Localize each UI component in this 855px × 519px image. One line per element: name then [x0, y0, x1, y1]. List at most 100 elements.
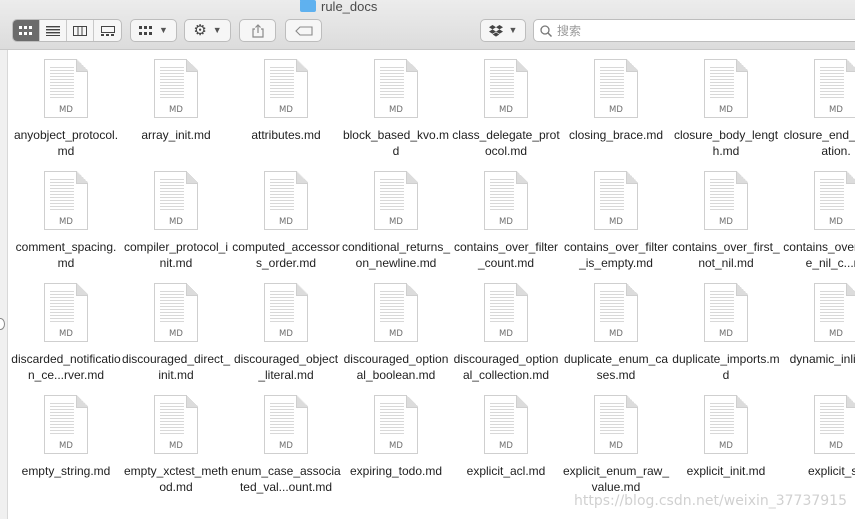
- file-name: enum_case_associated_val...ount.md: [231, 464, 341, 494]
- search-box[interactable]: [533, 19, 855, 42]
- file-item[interactable]: MD contains_over_filter_is_empty.md: [561, 162, 671, 274]
- page-fold-icon: [76, 59, 88, 72]
- page-fold-icon: [76, 395, 88, 408]
- page-fold-icon: [736, 171, 748, 184]
- file-item[interactable]: MD empty_xctest_method.md: [121, 386, 231, 498]
- file-item[interactable]: MD array_init.md: [121, 50, 231, 162]
- file-browser-content: MD anyobject_protocol.md MD array_init.md MD…: [0, 50, 855, 519]
- file-type-label: MD: [609, 329, 623, 339]
- text-preview: [710, 65, 734, 99]
- page-fold-icon: [626, 171, 638, 184]
- watermark: https://blog.csdn.net/weixin_37737915: [573, 493, 847, 509]
- page-fold-icon: [296, 59, 308, 72]
- text-preview: [50, 401, 74, 435]
- file-type-label: MD: [719, 217, 733, 227]
- window-title: rule_docs: [300, 0, 377, 14]
- page-fold-icon: [296, 283, 308, 296]
- file-type-label: MD: [59, 441, 73, 451]
- page-fold-icon: [296, 171, 308, 184]
- file-item[interactable]: MD discouraged_object_literal.md: [231, 274, 341, 386]
- file-item[interactable]: MD empty_string.md: [11, 386, 121, 498]
- text-preview: [380, 177, 404, 211]
- file-item[interactable]: MD contains_over_filter_count.md: [451, 162, 561, 274]
- text-preview: [600, 177, 624, 211]
- page-fold-icon: [516, 395, 528, 408]
- file-type-label: MD: [169, 217, 183, 227]
- text-preview: [710, 401, 734, 435]
- file-item[interactable]: MD closure_body_length.md: [671, 50, 781, 162]
- file-item[interactable]: MD explicit_se: [781, 386, 855, 498]
- file-name: discouraged_object_literal.md: [233, 352, 339, 382]
- page-fold-icon: [626, 283, 638, 296]
- tag-icon: [294, 25, 313, 36]
- file-item[interactable]: MD computed_accessors_order.md: [231, 162, 341, 274]
- sidebar-edge: [0, 50, 8, 519]
- file-item[interactable]: MD expiring_todo.md: [341, 386, 451, 498]
- file-item[interactable]: MD duplicate_enum_cases.md: [561, 274, 671, 386]
- dropbox-button[interactable]: ▼: [480, 19, 526, 42]
- file-type-label: MD: [829, 217, 843, 227]
- gallery-view-icon: [100, 25, 115, 36]
- file-item[interactable]: MD conditional_returns_on_newline.md: [341, 162, 451, 274]
- file-item[interactable]: MD discouraged_optional_collection.md: [451, 274, 561, 386]
- file-name: duplicate_enum_cases.md: [563, 352, 669, 382]
- file-item[interactable]: MD duplicate_imports.md: [671, 274, 781, 386]
- file-item[interactable]: MD closure_end_indentation.: [781, 50, 855, 162]
- tag-button[interactable]: [285, 19, 322, 42]
- file-item[interactable]: MD dynamic_inline_d: [781, 274, 855, 386]
- column-view-button[interactable]: [67, 20, 94, 41]
- file-name: explicit_enum_raw_value.md: [562, 464, 670, 494]
- file-name: closure_body_length.md: [673, 128, 779, 158]
- file-item[interactable]: MD contains_over_range_nil_c...ris: [781, 162, 855, 274]
- file-type-label: MD: [719, 329, 733, 339]
- file-item[interactable]: MD anyobject_protocol.md: [11, 50, 121, 162]
- file-name: dynamic_inline_d: [789, 352, 855, 366]
- file-name: closing_brace.md: [568, 128, 664, 142]
- gallery-view-button[interactable]: [94, 20, 121, 41]
- text-preview: [490, 401, 514, 435]
- file-name: explicit_init.md: [686, 464, 766, 478]
- page-fold-icon: [406, 59, 418, 72]
- page-fold-icon: [186, 395, 198, 408]
- file-name: class_delegate_protocol.md: [452, 128, 560, 158]
- file-type-label: MD: [59, 105, 73, 115]
- file-item[interactable]: MD enum_case_associated_val...ount.md: [231, 386, 341, 498]
- file-type-label: MD: [169, 441, 183, 451]
- file-item[interactable]: MD attributes.md: [231, 50, 341, 162]
- file-type-label: MD: [279, 105, 293, 115]
- page-fold-icon: [846, 283, 855, 296]
- share-button[interactable]: [239, 19, 276, 42]
- group-by-icon: [139, 25, 153, 35]
- text-preview: [490, 177, 514, 211]
- file-item[interactable]: MD explicit_init.md: [671, 386, 781, 498]
- file-item[interactable]: MD closing_brace.md: [561, 50, 671, 162]
- file-item[interactable]: MD discarded_notification_ce...rver.md: [11, 274, 121, 386]
- file-grid: MD anyobject_protocol.md MD array_init.md MD…: [11, 50, 855, 498]
- file-name: contains_over_first_not_nil.md: [672, 240, 780, 270]
- list-view-button[interactable]: [40, 20, 67, 41]
- file-name: duplicate_imports.md: [672, 352, 780, 382]
- window-title-text: rule_docs: [321, 0, 378, 14]
- file-name: compiler_protocol_init.md: [123, 240, 229, 270]
- page-fold-icon: [736, 395, 748, 408]
- text-preview: [820, 65, 844, 99]
- file-item[interactable]: MD compiler_protocol_init.md: [121, 162, 231, 274]
- file-name: discarded_notification_ce...rver.md: [11, 352, 121, 382]
- chevron-down-icon: ▼: [212, 25, 222, 35]
- file-item[interactable]: MD discouraged_optional_boolean.md: [341, 274, 451, 386]
- file-item[interactable]: MD discouraged_direct_init.md: [121, 274, 231, 386]
- icon-view-icon: [19, 25, 32, 35]
- file-item[interactable]: MD comment_spacing.md: [11, 162, 121, 274]
- icon-view-button[interactable]: [13, 20, 40, 41]
- text-preview: [50, 289, 74, 323]
- file-name: comment_spacing.md: [15, 240, 117, 270]
- file-item[interactable]: MD explicit_enum_raw_value.md: [561, 386, 671, 498]
- group-by-button[interactable]: ▼: [130, 19, 177, 42]
- search-input[interactable]: [557, 23, 807, 38]
- folder-icon: [300, 0, 316, 12]
- action-button[interactable]: ⚙ ▼: [184, 19, 231, 42]
- file-item[interactable]: MD class_delegate_protocol.md: [451, 50, 561, 162]
- file-item[interactable]: MD explicit_acl.md: [451, 386, 561, 498]
- file-item[interactable]: MD contains_over_first_not_nil.md: [671, 162, 781, 274]
- file-item[interactable]: MD block_based_kvo.md: [341, 50, 451, 162]
